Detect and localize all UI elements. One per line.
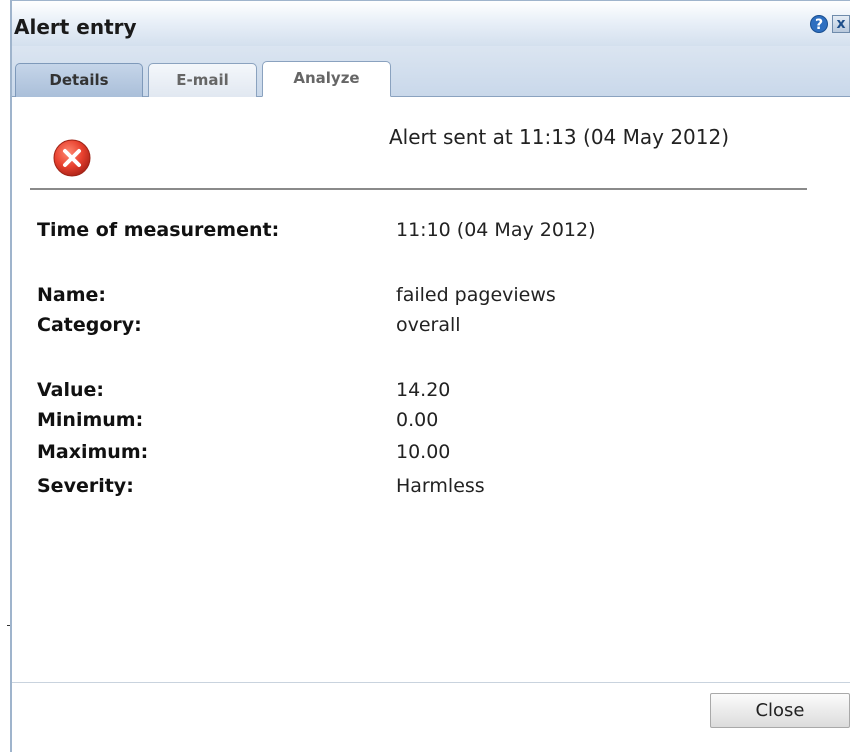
maximum-value: 10.00 bbox=[396, 441, 451, 463]
close-icon[interactable]: x bbox=[832, 15, 850, 33]
severity-value: Harmless bbox=[396, 475, 485, 497]
severity-label: Severity: bbox=[37, 475, 134, 497]
category-label: Category: bbox=[37, 314, 142, 336]
time-of-measurement-label: Time of measurement: bbox=[37, 219, 280, 241]
close-button[interactable]: Close bbox=[710, 693, 850, 728]
value-value: 14.20 bbox=[396, 379, 451, 401]
minimum-value: 0.00 bbox=[396, 409, 439, 431]
error-icon bbox=[53, 139, 91, 177]
window-title: Alert entry bbox=[14, 15, 137, 39]
name-value: failed pageviews bbox=[396, 284, 556, 306]
help-icon[interactable]: ? bbox=[810, 15, 828, 33]
alert-entry-dialog: Alert entry ? x Details E-mail Analyze A… bbox=[10, 0, 850, 752]
footer-separator bbox=[12, 682, 850, 683]
close-button-label: Close bbox=[755, 700, 805, 721]
tab-bar: Details E-mail Analyze bbox=[12, 46, 850, 97]
minimum-label: Minimum: bbox=[37, 409, 144, 431]
tab-details-label: Details bbox=[49, 71, 109, 89]
alert-sent-text: Alert sent at 11:13 (04 May 2012) bbox=[389, 125, 730, 149]
tab-email-label: E-mail bbox=[176, 71, 229, 89]
category-value: overall bbox=[396, 314, 461, 336]
name-label: Name: bbox=[37, 284, 107, 306]
tab-analyze[interactable]: Analyze bbox=[262, 61, 391, 97]
value-label: Value: bbox=[37, 379, 105, 401]
maximum-label: Maximum: bbox=[37, 441, 149, 463]
tab-details[interactable]: Details bbox=[15, 63, 143, 97]
time-of-measurement-value: 11:10 (04 May 2012) bbox=[396, 219, 596, 241]
tab-email[interactable]: E-mail bbox=[148, 63, 257, 97]
divider bbox=[30, 188, 807, 190]
title-bar[interactable]: Alert entry ? x bbox=[12, 1, 850, 46]
tab-analyze-label: Analyze bbox=[293, 69, 360, 87]
